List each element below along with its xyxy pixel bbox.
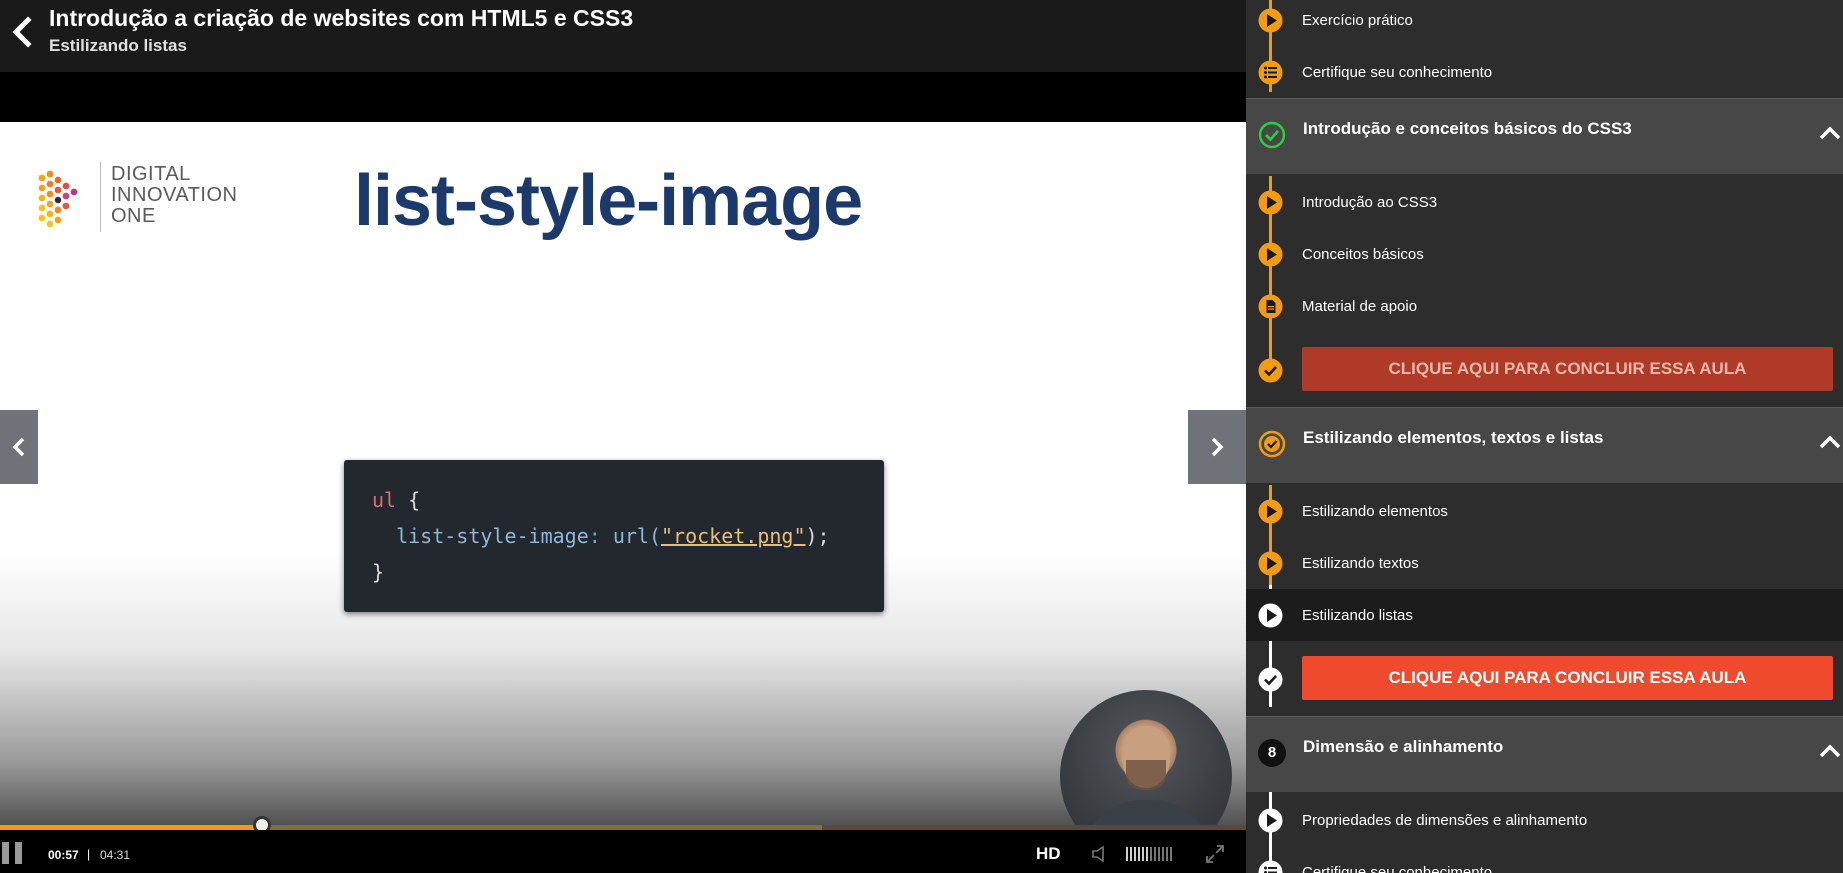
logo-wordmark: DIGITAL INNOVATION ONE	[111, 163, 238, 227]
document-icon	[1258, 294, 1283, 319]
module-header[interactable]: 8 Dimensão e alinhamento	[1246, 716, 1843, 792]
conclude-lesson-button[interactable]: CLIQUE AQUI PARA CONCLUIR ESSA AULA	[1302, 347, 1833, 391]
conclude-row: CLIQUE AQUI PARA CONCLUIR ESSA AULA	[1246, 341, 1843, 399]
check-icon	[1258, 358, 1283, 383]
chevron-left-icon	[12, 16, 32, 48]
list-icon	[1258, 860, 1283, 873]
previous-lesson-button[interactable]	[0, 410, 38, 484]
volume-slider[interactable]	[1126, 846, 1174, 862]
sidebar-item[interactable]: Material de apoio	[1246, 280, 1843, 332]
back-button[interactable]	[6, 14, 40, 50]
conclude-row: CLIQUE AQUI PARA CONCLUIR ESSA AULA	[1246, 650, 1843, 708]
module-number: 8	[1258, 739, 1286, 767]
sidebar-item-label: Certifique seu conhecimento	[1302, 864, 1493, 873]
course-sidebar: Exercício prático Certifique seu conheci…	[1246, 0, 1843, 873]
list-icon	[1258, 60, 1283, 85]
chevron-left-icon	[12, 437, 25, 457]
chevron-up-icon	[1819, 126, 1841, 140]
play-icon	[1258, 808, 1283, 833]
course-title: Introdução a criação de websites com HTM…	[49, 5, 634, 31]
sidebar-item-label: Introdução ao CSS3	[1302, 194, 1438, 211]
play-icon	[1258, 242, 1283, 267]
current-time: 00:57	[48, 848, 79, 862]
code-line-2: list-style-image: url("rocket.png");	[396, 524, 830, 548]
chevron-right-icon	[1211, 437, 1224, 457]
sidebar-item-label: Estilizando listas	[1302, 607, 1413, 624]
sidebar-item-active[interactable]: Estilizando listas	[1246, 589, 1843, 641]
play-icon	[1258, 499, 1283, 524]
volume-icon[interactable]	[1092, 846, 1110, 862]
check-icon	[1258, 667, 1283, 692]
time-separator: |	[87, 847, 91, 861]
code-line-1: ul {	[372, 488, 421, 512]
lesson-title: Estilizando listas	[49, 36, 187, 55]
quality-button[interactable]: HD	[1036, 844, 1061, 864]
sidebar-item[interactable]: Conceitos básicos	[1246, 228, 1843, 280]
sidebar-item[interactable]: Certifique seu conhecimento	[1246, 846, 1843, 873]
play-icon	[1258, 190, 1283, 215]
sidebar-item[interactable]: Estilizando textos	[1246, 537, 1843, 589]
fullscreen-icon[interactable]	[1205, 844, 1225, 864]
sidebar-item[interactable]: Propriedades de dimensões e alinhamento	[1246, 794, 1843, 846]
lesson-header: Introdução a criação de websites com HTM…	[0, 0, 1246, 72]
play-icon	[1258, 8, 1283, 33]
sidebar-item-label: Estilizando elementos	[1302, 503, 1448, 520]
pause-icon	[2, 842, 9, 864]
sidebar-item[interactable]: Estilizando elementos	[1246, 485, 1843, 537]
module-header[interactable]: Estilizando elementos, textos e listas	[1246, 407, 1843, 483]
logo-divider	[100, 162, 101, 232]
sidebar-item[interactable]: Certifique seu conhecimento	[1246, 46, 1843, 98]
module-title: Dimensão e alinhamento	[1303, 737, 1504, 756]
slide-title: list-style-image	[354, 161, 863, 241]
progress-circle-icon	[1258, 430, 1286, 458]
code-line-3: }	[372, 560, 385, 584]
chevron-up-icon	[1819, 744, 1841, 758]
next-lesson-button[interactable]	[1188, 410, 1246, 484]
sidebar-item-label: Propriedades de dimensões e alinhamento	[1302, 812, 1588, 829]
sidebar-item-label: Estilizando textos	[1302, 555, 1419, 572]
module-title: Estilizando elementos, textos e listas	[1303, 428, 1604, 447]
play-icon	[1258, 603, 1283, 628]
pause-button[interactable]	[2, 842, 26, 864]
sidebar-item[interactable]: Introdução ao CSS3	[1246, 176, 1843, 228]
chevron-up-icon	[1819, 435, 1841, 449]
conclude-lesson-button[interactable]: CLIQUE AQUI PARA CONCLUIR ESSA AULA	[1302, 656, 1833, 700]
check-circle-icon	[1258, 121, 1286, 149]
player-controls: 00:57 | 04:31 HD	[0, 830, 1246, 873]
module-title: Introdução e conceitos básicos do CSS3	[1303, 119, 1632, 138]
sidebar-item-label: Conceitos básicos	[1302, 246, 1424, 263]
video-player[interactable]: DIGITAL INNOVATION ONE list-style-image …	[0, 122, 1246, 832]
sidebar-item-label: Certifique seu conhecimento	[1302, 64, 1493, 81]
sidebar-item-label: Material de apoio	[1302, 298, 1418, 315]
code-snippet: ul { list-style-image: url("rocket.png")…	[344, 460, 884, 612]
video-letterbox	[0, 72, 1246, 122]
play-icon	[1258, 551, 1283, 576]
sidebar-item-label: Exercício prático	[1302, 12, 1413, 29]
total-time: 04:31	[100, 848, 131, 862]
instructor-webcam	[1060, 690, 1232, 832]
module-header[interactable]: Introdução e conceitos básicos do CSS3	[1246, 98, 1843, 174]
sidebar-item[interactable]: Exercício prático	[1246, 0, 1843, 46]
